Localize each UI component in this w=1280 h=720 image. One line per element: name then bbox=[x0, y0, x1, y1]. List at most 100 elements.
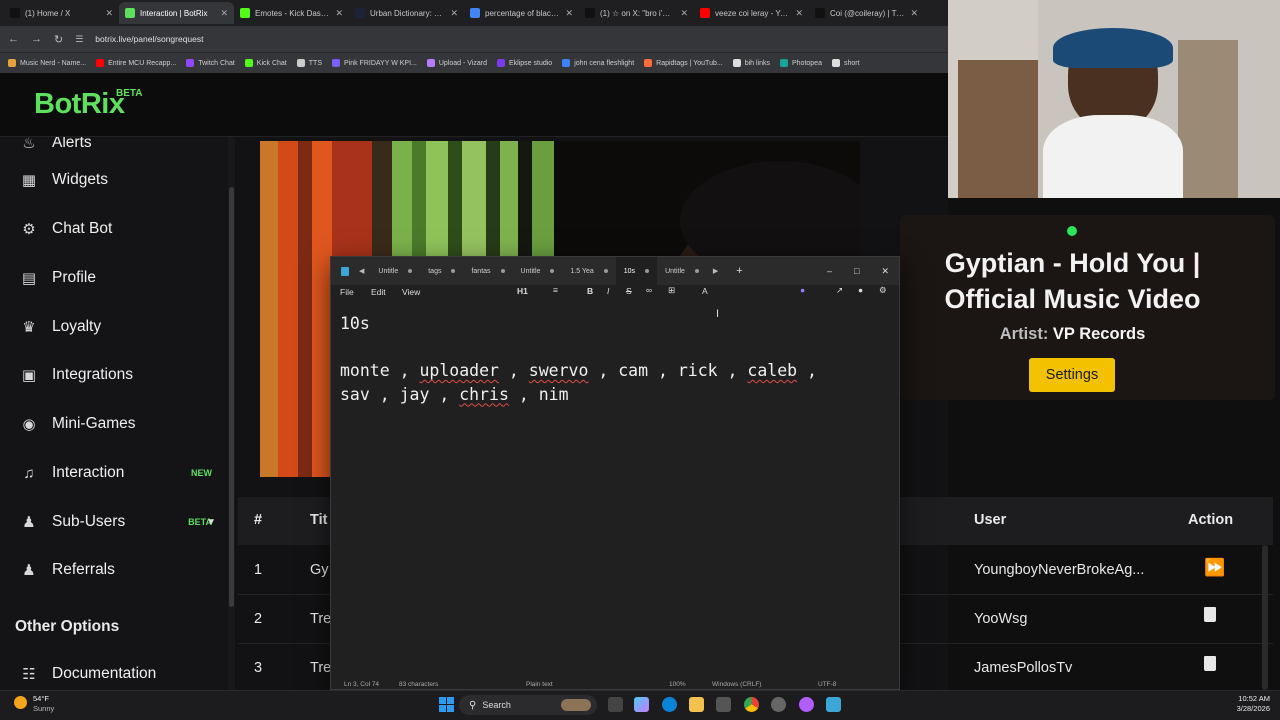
strikethrough-icon[interactable]: S bbox=[626, 286, 632, 296]
new-tab-icon[interactable]: + bbox=[736, 265, 742, 277]
menu-file[interactable]: File bbox=[340, 287, 354, 297]
bookmark-item[interactable]: TTS bbox=[296, 59, 322, 67]
account-icon[interactable]: ● bbox=[858, 285, 863, 295]
sidebar-scroll-thumb[interactable] bbox=[229, 187, 234, 607]
tab-scroll-left-icon[interactable]: ◀ bbox=[359, 267, 364, 275]
chevron-down-icon[interactable]: ▼ bbox=[206, 517, 216, 528]
skip-icon[interactable]: ⏩ bbox=[1204, 558, 1225, 578]
minimize-icon[interactable]: – bbox=[827, 266, 832, 277]
link-icon[interactable]: ∞ bbox=[646, 285, 652, 295]
tab-close-icon[interactable]: ✕ bbox=[105, 8, 113, 19]
bookmark-item[interactable]: Rapidtags | YouTub... bbox=[644, 59, 723, 67]
close-icon[interactable]: ✕ bbox=[881, 266, 889, 277]
tab-close-icon[interactable]: ✕ bbox=[910, 8, 918, 19]
bookmark-item[interactable]: short bbox=[831, 59, 860, 67]
browser-tab[interactable]: veeze coi leray - YouT ✕ bbox=[694, 2, 809, 24]
clear-format-icon[interactable]: A bbox=[702, 286, 708, 296]
italic-icon[interactable]: I bbox=[607, 286, 609, 296]
clock-date[interactable]: 3/28/2026 bbox=[1225, 704, 1270, 713]
bookmark-item[interactable]: Twitch Chat bbox=[186, 59, 235, 67]
weather-desc[interactable]: Sunny bbox=[33, 704, 54, 713]
notepad-tab[interactable]: Untitle bbox=[513, 257, 563, 285]
browser-tab[interactable]: Emotes - Kick Dashbo ✕ bbox=[234, 2, 349, 24]
menu-view[interactable]: View bbox=[402, 287, 420, 297]
notepad-tab[interactable]: fantas bbox=[463, 257, 512, 285]
notepad-tab[interactable]: 1.5 Yea bbox=[562, 257, 615, 285]
task-view-icon[interactable] bbox=[608, 697, 623, 712]
tab-scroll-right-icon[interactable]: ▶ bbox=[713, 267, 718, 275]
menu-edit[interactable]: Edit bbox=[371, 287, 386, 297]
browser-tab[interactable]: Urban Dictionary: sno ✕ bbox=[349, 2, 464, 24]
bookmark-item[interactable]: bih links bbox=[732, 59, 770, 67]
notepad-tab[interactable]: Untitle bbox=[370, 257, 420, 285]
bold-icon[interactable]: B bbox=[587, 286, 593, 296]
table-icon[interactable]: ⊞ bbox=[668, 285, 675, 296]
url-field[interactable]: botrix.live/panel/songrequest bbox=[95, 34, 203, 44]
copilot-icon[interactable]: ● bbox=[800, 285, 805, 295]
sidebar-item-documentation[interactable]: ☷ Documentation bbox=[0, 654, 228, 690]
browser-tab[interactable]: (1) ☆ on X: "bro i'm a ✕ bbox=[579, 2, 694, 24]
notepad-tab[interactable]: 10s bbox=[615, 257, 658, 285]
maximize-icon[interactable]: □ bbox=[854, 266, 859, 277]
file-explorer-icon[interactable] bbox=[689, 697, 704, 712]
discord-icon[interactable] bbox=[799, 697, 814, 712]
tab-close-icon[interactable]: ✕ bbox=[220, 8, 228, 19]
bookmark-item[interactable]: Eklipse studio bbox=[497, 59, 552, 67]
site-info-icon[interactable]: ☰ bbox=[75, 34, 83, 45]
sidebar-item-referrals[interactable]: ♟ Referrals bbox=[0, 550, 228, 590]
notepad-taskbar-icon[interactable] bbox=[826, 697, 841, 712]
bookmark-item[interactable]: Pink FRIDAYY W KPI... bbox=[332, 59, 417, 67]
notepad-tab[interactable]: tags bbox=[420, 257, 463, 285]
notepad-text-area[interactable]: 10s monte , uploader , swervo , cam , ri… bbox=[340, 312, 890, 406]
edge-icon[interactable] bbox=[662, 697, 677, 712]
zoom-level[interactable]: 100% bbox=[669, 681, 686, 688]
gear-icon[interactable]: ⚙ bbox=[879, 285, 887, 296]
trash-icon[interactable] bbox=[1204, 656, 1216, 676]
botrix-logo[interactable]: BotRix bbox=[34, 88, 125, 121]
sidebar-item-chat-bot[interactable]: ⚙ Chat Bot bbox=[0, 209, 228, 249]
tab-close-icon[interactable]: ✕ bbox=[335, 8, 343, 19]
sidebar-item-sub-users[interactable]: ♟ Sub-Users BETA ▼ bbox=[0, 502, 228, 542]
sidebar-item-integrations[interactable]: ▣ Integrations bbox=[0, 355, 228, 395]
weather-icon[interactable] bbox=[14, 696, 27, 709]
sidebar-item-mini-games[interactable]: ◉ Mini-Games bbox=[0, 404, 228, 444]
bookmark-item[interactable]: john cena fleshlight bbox=[562, 59, 634, 67]
tab-close-icon[interactable]: ✕ bbox=[565, 8, 573, 19]
browser-tab[interactable]: Coi (@coileray) | TikTo ✕ bbox=[809, 2, 924, 24]
notepad-tab[interactable]: Untitle bbox=[657, 257, 707, 285]
browser-tab[interactable]: (1) Home / X ✕ bbox=[4, 2, 119, 24]
encoding[interactable]: UTF-8 bbox=[818, 681, 836, 688]
bookmark-item[interactable]: Upload - Vizard bbox=[426, 59, 487, 67]
clock-time[interactable]: 10:52 AM bbox=[1225, 694, 1270, 703]
tab-close-icon[interactable]: ✕ bbox=[795, 8, 803, 19]
table-scrollbar[interactable] bbox=[1262, 545, 1268, 690]
browser-tab[interactable]: Interaction | BotRix ✕ bbox=[119, 2, 234, 24]
settings-button[interactable]: Settings bbox=[1029, 358, 1115, 392]
col-header-title[interactable]: Tit bbox=[310, 512, 327, 528]
line-ending[interactable]: Windows (CRLF) bbox=[712, 681, 761, 688]
taskbar-search[interactable]: ⚲ Search bbox=[459, 695, 597, 715]
browser-tab[interactable]: percentage of black a ✕ bbox=[464, 2, 579, 24]
trash-icon[interactable] bbox=[1204, 607, 1216, 627]
reload-icon[interactable]: ↻ bbox=[54, 33, 63, 46]
format-indicator[interactable]: Plain text bbox=[526, 681, 553, 688]
start-icon[interactable] bbox=[439, 697, 454, 712]
chrome-icon[interactable] bbox=[744, 697, 759, 712]
col-header-user[interactable]: User bbox=[974, 512, 1006, 528]
tab-close-icon[interactable]: ✕ bbox=[450, 8, 458, 19]
share-icon[interactable]: ↗ bbox=[836, 285, 843, 296]
bookmark-item[interactable]: Photopea bbox=[780, 59, 822, 67]
weather-temp[interactable]: 54°F bbox=[33, 694, 49, 703]
bookmark-item[interactable]: Music Nerd - Name... bbox=[8, 59, 86, 67]
copilot-taskbar-icon[interactable] bbox=[634, 697, 649, 712]
store-icon[interactable] bbox=[716, 697, 731, 712]
bookmark-item[interactable]: Entire MCU Recapp... bbox=[96, 59, 176, 67]
sidebar-item-widgets[interactable]: ▦ Widgets bbox=[0, 160, 228, 200]
sidebar-scrollbar[interactable] bbox=[228, 137, 235, 690]
tab-close-icon[interactable]: ✕ bbox=[680, 8, 688, 19]
list-icon[interactable]: ≡ bbox=[553, 285, 558, 295]
sidebar-item-loyalty[interactable]: ♛ Loyalty bbox=[0, 307, 228, 347]
sidebar-item-profile[interactable]: ▤ Profile bbox=[0, 258, 228, 298]
sidebar-item-interaction[interactable]: ♫ Interaction NEW bbox=[0, 453, 228, 493]
forward-icon[interactable]: → bbox=[31, 33, 42, 45]
